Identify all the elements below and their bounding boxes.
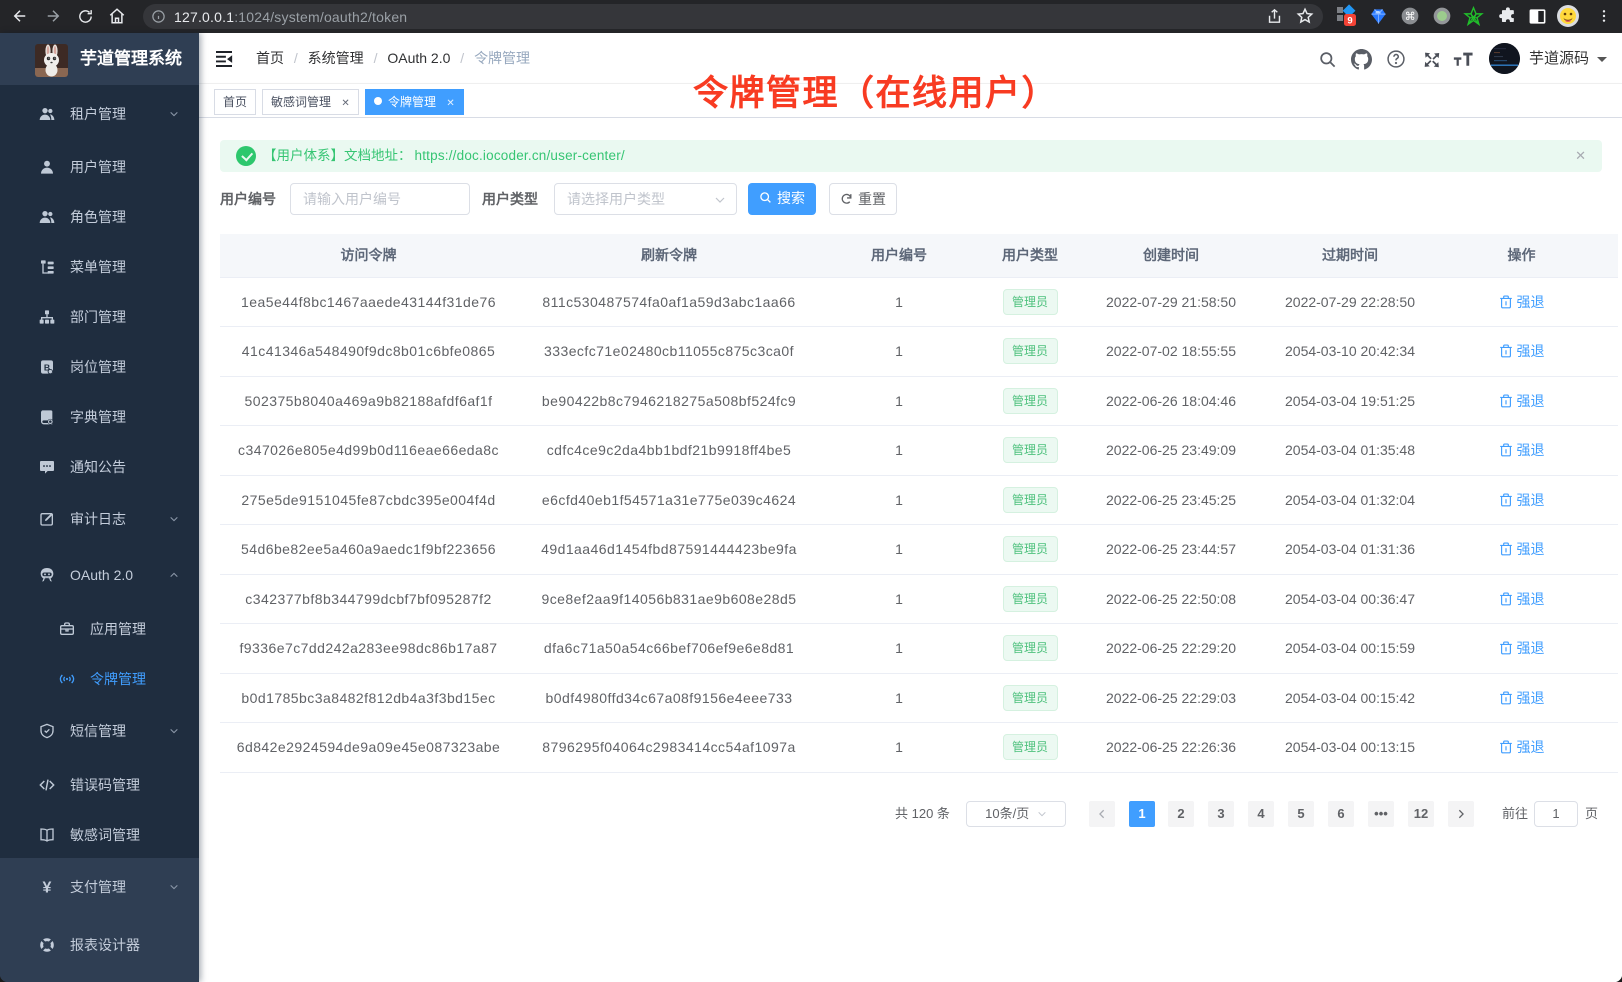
svg-text:⌘: ⌘ — [1405, 11, 1416, 23]
svg-text:¥: ¥ — [43, 879, 52, 895]
svg-text:9: 9 — [1347, 16, 1352, 27]
